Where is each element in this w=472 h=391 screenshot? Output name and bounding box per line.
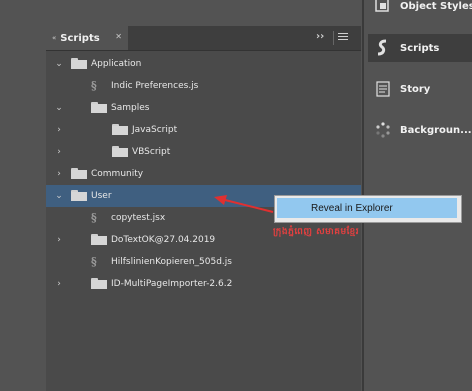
context-menu: Reveal in Explorer — [274, 195, 462, 223]
menu-item-reveal-in-explorer[interactable]: Reveal in Explorer — [277, 198, 457, 218]
annotation-text: ក្រុងភ្នំពេញ សមាគមខ្មែរ — [273, 227, 360, 237]
menu-item-label: Reveal in Explorer — [311, 202, 393, 214]
